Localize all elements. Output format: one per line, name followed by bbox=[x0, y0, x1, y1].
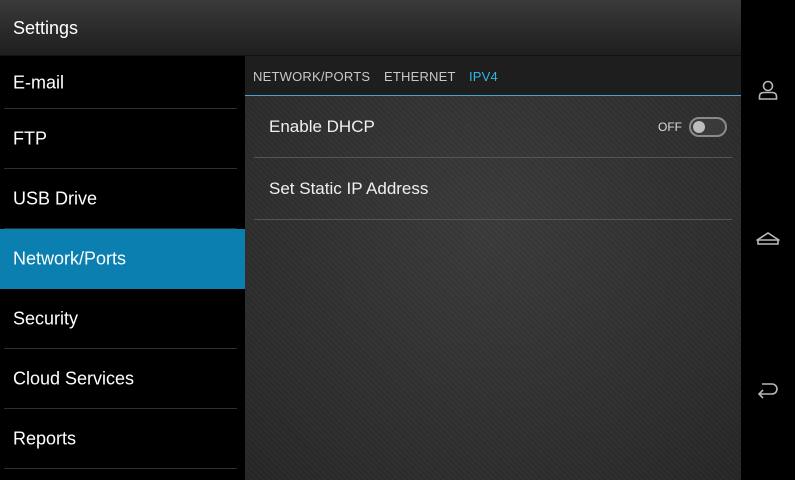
sidebar-item-label: Network/Ports bbox=[13, 248, 127, 269]
system-nav-bar bbox=[741, 0, 795, 480]
settings-sidebar: E-mail FTP USB Drive Network/Ports Secur… bbox=[0, 56, 245, 480]
sidebar-item-security[interactable]: Security bbox=[0, 289, 245, 349]
static-ip-label: Set Static IP Address bbox=[269, 178, 429, 198]
title-bar: Settings bbox=[0, 0, 741, 56]
toggle-switch[interactable] bbox=[689, 116, 727, 137]
sidebar-item-label: E-mail bbox=[13, 72, 65, 92]
tab-network-ports[interactable]: NETWORK/PORTS bbox=[253, 69, 370, 84]
back-icon bbox=[757, 383, 778, 399]
user-button[interactable] bbox=[741, 70, 795, 110]
settings-screen: Settings E-mail FTP USB Drive Network/Po… bbox=[0, 0, 795, 480]
back-button[interactable] bbox=[741, 370, 795, 410]
sidebar-item-ftp[interactable]: FTP bbox=[0, 109, 245, 169]
enable-dhcp-label: Enable DHCP bbox=[269, 116, 375, 136]
page-title: Settings bbox=[13, 18, 79, 38]
tab-ipv4[interactable]: IPV4 bbox=[469, 69, 498, 84]
dhcp-toggle[interactable]: OFF bbox=[658, 116, 727, 137]
enable-dhcp-row[interactable]: Enable DHCP OFF bbox=[254, 96, 732, 158]
sidebar-item-label: Security bbox=[13, 308, 79, 329]
breadcrumb-tabs: NETWORK/PORTS ETHERNET IPV4 bbox=[245, 56, 741, 96]
home-icon bbox=[756, 232, 780, 245]
user-icon bbox=[758, 80, 778, 100]
settings-content: NETWORK/PORTS ETHERNET IPV4 Enable DHCP … bbox=[245, 56, 741, 480]
sidebar-item-email[interactable]: E-mail bbox=[0, 56, 245, 109]
sidebar-item-label: USB Drive bbox=[13, 188, 98, 209]
sidebar-item-reports[interactable]: Reports bbox=[0, 409, 245, 469]
sidebar-item-label: Reports bbox=[13, 428, 77, 449]
sidebar-item-label: Cloud Services bbox=[13, 368, 135, 389]
tab-ethernet[interactable]: ETHERNET bbox=[384, 69, 456, 84]
static-ip-row[interactable]: Set Static IP Address bbox=[254, 158, 732, 220]
home-button[interactable] bbox=[741, 220, 795, 260]
sidebar-item-usb-drive[interactable]: USB Drive bbox=[0, 169, 245, 229]
toggle-state-text: OFF bbox=[658, 119, 682, 134]
toggle-knob bbox=[693, 120, 705, 133]
sidebar-item-network-ports[interactable]: Network/Ports bbox=[0, 229, 245, 289]
sidebar-item-cloud-services[interactable]: Cloud Services bbox=[0, 349, 245, 409]
sidebar-item-label: FTP bbox=[13, 128, 47, 149]
